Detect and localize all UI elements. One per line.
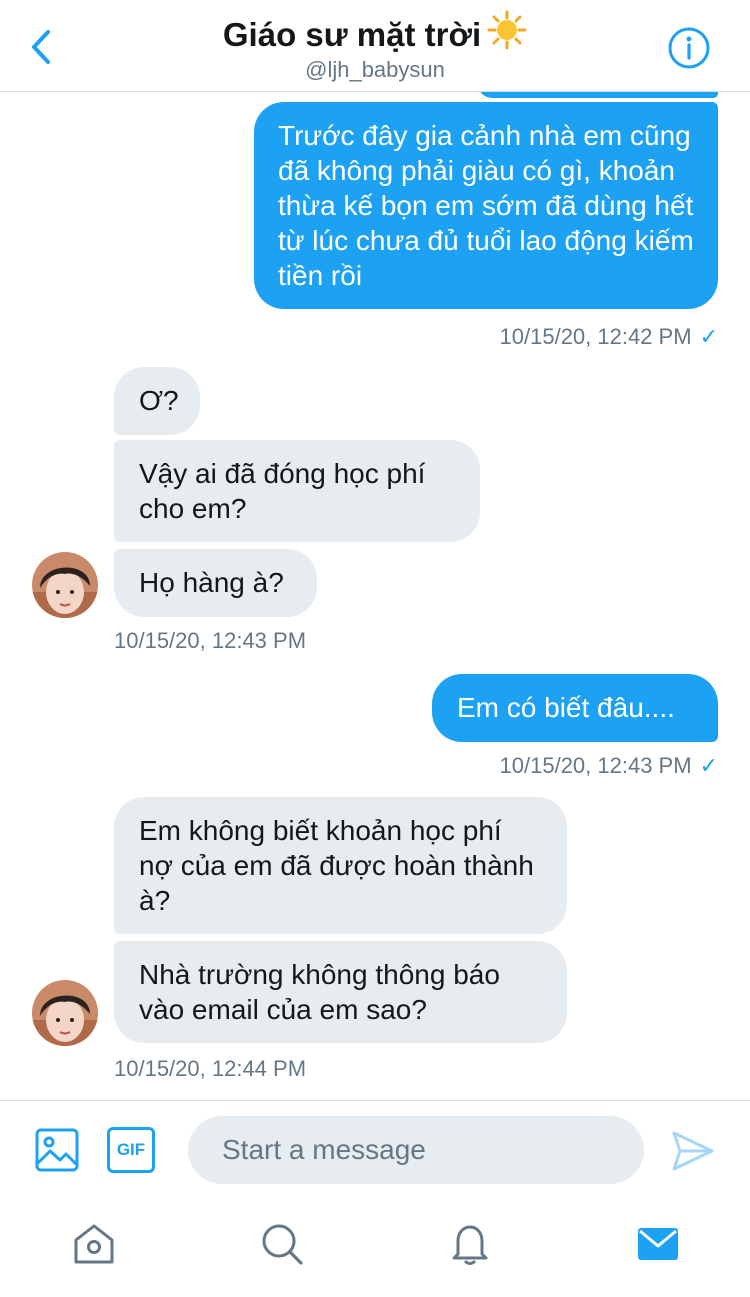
message-bubble-outgoing[interactable]: Trước đây gia cảnh nhà em cũng đã không … (254, 102, 718, 309)
message-timestamp: 10/15/20, 12:42 PM ✓ (420, 323, 718, 351)
bottom-tab-bar (0, 1200, 750, 1297)
message-bubble-incoming[interactable]: Ơ? (114, 367, 200, 435)
info-icon[interactable] (667, 26, 711, 70)
timestamp-text: 10/15/20, 12:42 PM (499, 324, 692, 349)
message-bubble-incoming[interactable]: Vậy ai đã đóng học phí cho em? (114, 440, 480, 542)
message-input[interactable] (188, 1116, 644, 1184)
timestamp-text: 10/15/20, 12:44 PM (114, 1056, 307, 1081)
message-timestamp: 10/15/20, 12:44 PM (114, 1055, 306, 1083)
sun-icon (487, 10, 527, 50)
conversation-handle: @ljh_babysun (305, 57, 445, 82)
sent-check-icon: ✓ (699, 324, 718, 349)
send-icon[interactable] (670, 1129, 716, 1173)
message-bubble-incoming[interactable]: Em không biết khoản học phí nợ của em đã… (114, 797, 567, 934)
timestamp-text: 10/15/20, 12:43 PM (114, 628, 307, 653)
home-icon[interactable] (72, 1222, 116, 1266)
mail-icon[interactable] (636, 1222, 680, 1266)
conversation-header: Giáo sư mặt trời @ljh_babysun (0, 0, 750, 92)
contact-avatar[interactable] (32, 980, 98, 1046)
sent-check-icon: ✓ (699, 753, 718, 778)
message-timestamp: 10/15/20, 12:43 PM (114, 627, 306, 655)
message-bubble-outgoing[interactable]: Em có biết đâu.... (432, 674, 718, 742)
conversation-title: Giáo sư mặt trời (222, 16, 482, 53)
gif-button[interactable]: GIF (107, 1127, 155, 1173)
contact-avatar[interactable] (32, 552, 98, 618)
message-bubble-incoming[interactable]: Họ hàng à? (114, 549, 317, 617)
search-icon[interactable] (260, 1222, 304, 1266)
bell-icon[interactable] (448, 1222, 492, 1266)
message-composer: GIF (0, 1100, 750, 1200)
message-timestamp: 10/15/20, 12:43 PM ✓ (420, 752, 718, 780)
image-icon[interactable] (34, 1127, 80, 1173)
message-bubble-incoming[interactable]: Nhà trường không thông báo vào email của… (114, 941, 567, 1043)
timestamp-text: 10/15/20, 12:43 PM (499, 753, 692, 778)
conversation-title-block[interactable]: Giáo sư mặt trời @ljh_babysun (0, 10, 750, 84)
